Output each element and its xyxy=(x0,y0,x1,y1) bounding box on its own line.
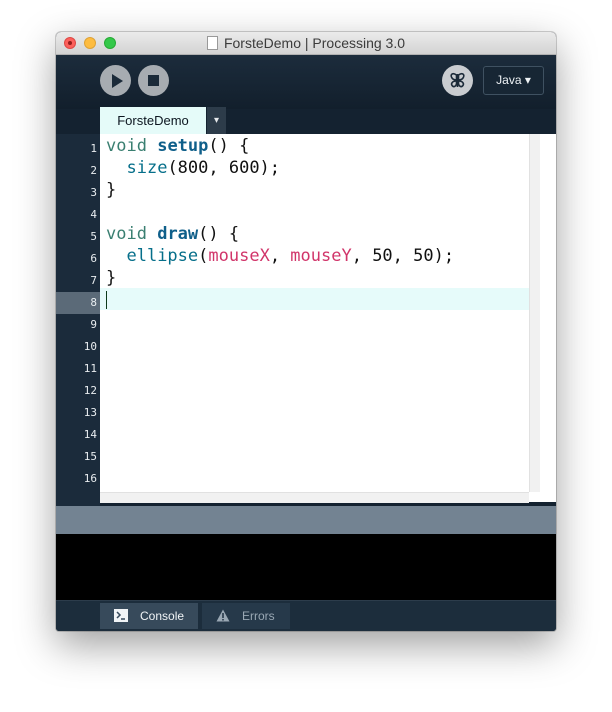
editor-right-margin xyxy=(540,134,556,492)
mode-selector[interactable]: Java ▾ xyxy=(483,66,544,95)
code-line-5: void draw() { xyxy=(106,223,239,245)
window-title-area: ForsteDemo | Processing 3.0 xyxy=(56,32,556,54)
line-number: 12 xyxy=(83,384,97,397)
editor-tab-bar: ForsteDemo ▾ xyxy=(56,107,556,135)
function-draw: draw xyxy=(157,224,199,244)
tab-menu-button[interactable]: ▾ xyxy=(207,107,226,134)
line-number: 16 xyxy=(83,472,97,485)
processing-window: ForsteDemo | Processing 3.0 Java ▾ Forst… xyxy=(56,32,556,631)
console-divider[interactable] xyxy=(56,506,556,534)
code-token: ( xyxy=(198,246,209,266)
toolbar: Java ▾ xyxy=(56,55,556,109)
code-line-3: } xyxy=(106,179,116,201)
line-number: 11 xyxy=(83,362,97,375)
current-line-highlight xyxy=(100,288,529,310)
code-line-7: } xyxy=(106,267,116,289)
code-token: , xyxy=(269,246,291,266)
horizontal-scrollbar[interactable] xyxy=(100,492,529,503)
code-token: } xyxy=(106,268,117,288)
variable-mousey: mouseY xyxy=(290,246,352,266)
line-number: 7 xyxy=(90,274,97,287)
errors-tab[interactable]: Errors xyxy=(202,603,290,629)
butterfly-icon xyxy=(450,72,465,88)
line-number: 1 xyxy=(90,142,97,155)
console-output[interactable] xyxy=(56,534,556,600)
line-number-gutter: 1 2 3 4 5 6 7 8 9 10 11 12 13 14 15 16 xyxy=(56,134,100,502)
line-number: 2 xyxy=(90,164,97,177)
keyword-void: void xyxy=(106,224,147,244)
line-number: 13 xyxy=(83,406,97,419)
document-icon xyxy=(206,36,218,50)
line-number: 5 xyxy=(90,230,97,243)
code-token: () { xyxy=(208,136,250,156)
line-number: 9 xyxy=(90,318,97,331)
line-number: 3 xyxy=(90,186,97,199)
console-icon xyxy=(114,609,128,622)
variable-mousex: mouseX xyxy=(208,246,270,266)
code-token: (800, 600); xyxy=(167,158,281,178)
line-number: 10 xyxy=(83,340,97,353)
debugger-button[interactable] xyxy=(442,65,473,96)
console-tab-label: Console xyxy=(140,609,185,623)
tab-forstedemo[interactable]: ForsteDemo xyxy=(100,107,206,134)
code-line-6: ellipse(mouseX, mouseY, 50, 50); xyxy=(106,245,454,267)
errors-tab-label: Errors xyxy=(242,609,275,623)
code-line-2: size(800, 600); xyxy=(106,157,280,179)
code-token: () { xyxy=(198,224,240,244)
title-bar[interactable]: ForsteDemo | Processing 3.0 xyxy=(56,32,556,55)
vertical-scrollbar[interactable] xyxy=(529,134,540,492)
function-setup: setup xyxy=(157,136,209,156)
code-line-1: void setup() { xyxy=(106,135,249,157)
stop-button[interactable] xyxy=(138,65,169,96)
line-number: 15 xyxy=(83,450,97,463)
code-text-area[interactable]: void setup() { size(800, 600); } void dr… xyxy=(100,134,529,502)
function-ellipse: ellipse xyxy=(126,246,199,266)
current-line-number: 8 xyxy=(56,292,100,314)
text-caret xyxy=(106,291,107,309)
warning-icon xyxy=(216,609,230,622)
stop-icon xyxy=(148,75,159,86)
code-token: } xyxy=(106,180,117,200)
play-icon xyxy=(112,74,123,88)
run-button[interactable] xyxy=(100,65,131,96)
console-tab[interactable]: Console xyxy=(100,603,198,629)
code-editor[interactable]: 1 2 3 4 5 6 7 8 9 10 11 12 13 14 15 16 v… xyxy=(56,134,556,503)
line-number: 6 xyxy=(90,252,97,265)
code-token: , 50, 50); xyxy=(351,246,455,266)
line-number: 4 xyxy=(90,208,97,221)
function-size: size xyxy=(126,158,168,178)
keyword-void: void xyxy=(106,136,147,156)
window-title: ForsteDemo | Processing 3.0 xyxy=(223,35,406,51)
footer-tab-bar: Console Errors xyxy=(56,600,556,631)
line-number: 14 xyxy=(83,428,97,441)
